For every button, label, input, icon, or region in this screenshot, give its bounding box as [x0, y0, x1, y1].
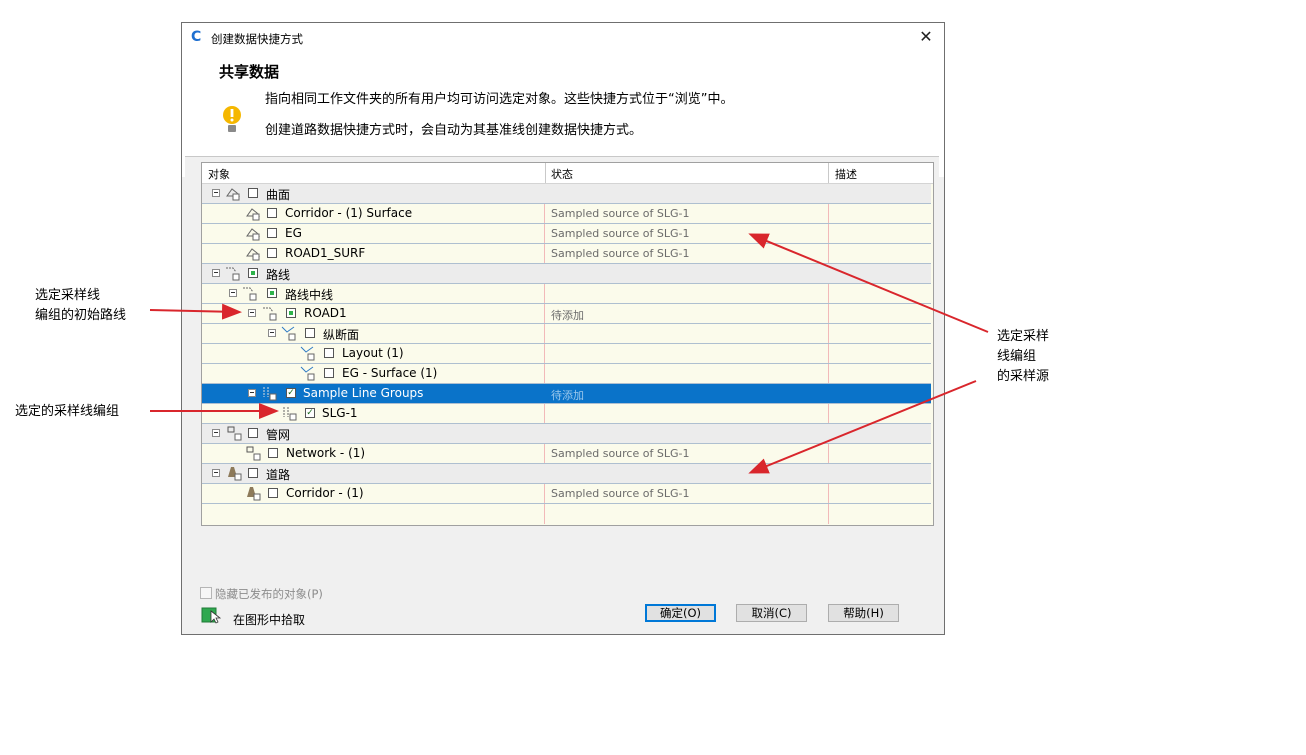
arrow-to-corridor — [748, 380, 977, 474]
arrow-to-road1 — [149, 303, 242, 320]
annotation-arrows — [149, 233, 989, 474]
arrow-to-surfaces — [748, 233, 989, 333]
